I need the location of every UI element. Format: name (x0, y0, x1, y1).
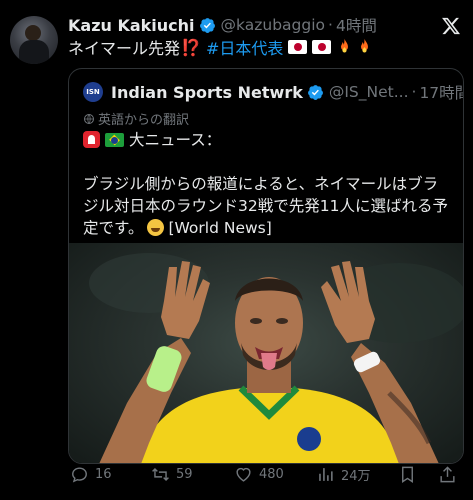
repost-count: 59 (176, 466, 193, 482)
quoted-text: 大ニュース： ブラジル側からの報道によると、ネイマールはブラ ジル対日本のラウン… (83, 129, 455, 239)
avatar-figure-body (19, 40, 49, 64)
japan-flag-icon (312, 40, 332, 54)
views-count: 24万 (341, 468, 371, 484)
repost-button[interactable]: 59 (151, 460, 193, 488)
hashtag-link[interactable]: #日本代表 (206, 35, 283, 59)
action-bar: 16 59 480 24万 (68, 460, 468, 488)
x-logo-icon[interactable] (441, 16, 461, 36)
quoted-separator: · (411, 83, 417, 101)
quoted-body-line: ブラジル側からの報道によると、ネイマールはブラ (83, 175, 439, 193)
fire-icon (341, 38, 349, 53)
reply-button[interactable]: 16 (70, 460, 112, 488)
like-count: 480 (259, 466, 284, 482)
quoted-body-line: ジル対日本のラウンド32戦で先発11人に選ばれる予 (83, 197, 448, 215)
quoted-body-line: 定です。 [World News] (83, 217, 455, 239)
quoted-source-tag: [World News] (168, 219, 272, 237)
reply-count: 16 (95, 466, 112, 482)
japan-flag-icon (288, 40, 308, 54)
quoted-headline: 大ニュース： (129, 131, 222, 149)
brazil-flag-icon (105, 133, 124, 147)
quoted-header: ISN Indian Sports Netwrk @IS_Net... · 17… (83, 81, 463, 103)
face-emoji-icon (147, 219, 165, 236)
quoted-headline-line: 大ニュース： (83, 129, 455, 151)
exclamation-question-emoji: ⁉️ (181, 37, 201, 57)
like-button[interactable]: 480 (234, 460, 284, 488)
quoted-line-gap (83, 151, 455, 173)
bookmark-icon (402, 466, 413, 483)
bookmark-button[interactable] (398, 460, 423, 488)
author-handle[interactable]: @kazubaggio (221, 16, 325, 34)
like-icon (236, 467, 251, 482)
tweet-text: ネイマール先発 ⁉️ #日本代表 (68, 36, 373, 58)
author-avatar[interactable] (10, 16, 58, 64)
share-icon (440, 465, 455, 482)
avatar-figure-head (25, 25, 41, 41)
views-button[interactable]: 24万 (316, 460, 371, 488)
tweet-text-body: ネイマール先発 (68, 39, 181, 58)
repost-icon (152, 467, 169, 481)
share-button[interactable] (438, 460, 463, 488)
quoted-time[interactable]: 17時間 (419, 81, 463, 103)
translation-label: 英語からの翻訳 (98, 113, 190, 128)
quoted-photo[interactable] (69, 243, 463, 463)
siren-emoji-icon (83, 131, 100, 148)
quoted-author-handle[interactable]: @IS_Net... (329, 83, 409, 101)
reply-icon (72, 466, 87, 483)
verified-badge-icon (307, 84, 323, 100)
quoted-body-line3-text: 定です。 (83, 219, 144, 237)
quoted-author-name[interactable]: Indian Sports Netwrk (111, 83, 303, 102)
globe-icon (84, 113, 94, 124)
header-separator: · (328, 16, 333, 34)
author-name[interactable]: Kazu Kakiuchi (68, 16, 195, 35)
verified-badge-icon (199, 17, 215, 33)
player-photo-illustration (89, 253, 463, 463)
fire-icon (361, 38, 369, 53)
tweet-time[interactable]: 4時間 (336, 14, 377, 36)
views-icon (319, 467, 333, 481)
tweet[interactable]: Kazu Kakiuchi @kazubaggio · 4時間 ネイマール先発 … (0, 0, 473, 500)
tweet-header: Kazu Kakiuchi @kazubaggio · 4時間 (68, 14, 377, 36)
isn-logo[interactable]: ISN (83, 82, 103, 102)
quoted-tweet[interactable]: ISN Indian Sports Netwrk @IS_Net... · 17… (68, 68, 464, 464)
translation-notice: 英語からの翻訳 (83, 109, 189, 128)
